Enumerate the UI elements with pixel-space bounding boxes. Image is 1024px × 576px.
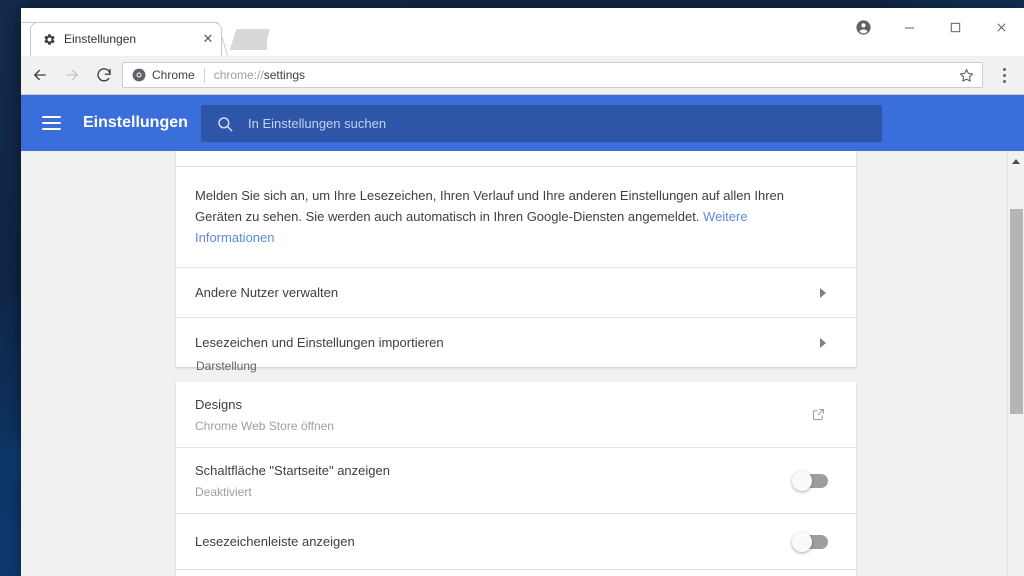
- browser-toolbar: Chrome chrome://settings: [21, 56, 1024, 95]
- settings-search-input[interactable]: In Einstellungen suchen: [201, 105, 882, 142]
- signin-description: Melden Sie sich an, um Ihre Lesezeichen,…: [176, 167, 856, 267]
- close-icon[interactable]: ✕: [201, 32, 215, 46]
- chrome-browser-window: Einstellungen ✕ Chrome chrome://settings…: [21, 8, 1024, 576]
- row-import-bookmarks-settings[interactable]: Lesezeichen und Einstellungen importiere…: [176, 318, 856, 367]
- maximize-icon[interactable]: [932, 8, 978, 46]
- chevron-right-icon: [820, 287, 826, 298]
- search-placeholder: In Einstellungen suchen: [248, 116, 387, 131]
- minimize-icon[interactable]: [886, 8, 932, 46]
- row-label: Lesezeichenleiste anzeigen: [195, 534, 355, 549]
- forward-arrow-icon: [60, 63, 84, 87]
- tab-title: Einstellungen: [64, 32, 137, 46]
- three-dot-menu-icon[interactable]: [994, 64, 1014, 86]
- row-text-block: Designs Chrome Web Store öffnen: [195, 396, 334, 433]
- signin-description-text: Melden Sie sich an, um Ihre Lesezeichen,…: [195, 188, 784, 224]
- row-label: Andere Nutzer verwalten: [195, 285, 339, 300]
- close-icon[interactable]: [978, 8, 1024, 46]
- tab-strip: Einstellungen ✕: [21, 8, 1024, 56]
- toggle-show-bookmarks-bar[interactable]: [792, 531, 828, 552]
- scroll-up-arrow-icon[interactable]: [1012, 159, 1020, 164]
- reload-icon[interactable]: [92, 63, 116, 87]
- row-label: Lesezeichen und Einstellungen importiere…: [195, 335, 444, 350]
- external-link-icon[interactable]: [811, 407, 826, 422]
- scrollbar-thumb[interactable]: [1010, 209, 1023, 414]
- row-sublabel: Chrome Web Store öffnen: [195, 419, 334, 433]
- chevron-right-icon: [820, 337, 826, 348]
- row-text-block: Schaltfläche "Startseite" anzeigen Deakt…: [195, 462, 390, 499]
- omnibox-url-prefix: chrome://: [213, 68, 264, 82]
- row-sublabel: Deaktiviert: [195, 485, 252, 499]
- row-manage-other-users[interactable]: Andere Nutzer verwalten: [176, 268, 856, 317]
- chrome-logo-icon: [132, 68, 146, 82]
- toggle-show-home-button[interactable]: [792, 470, 828, 491]
- address-bar[interactable]: Chrome chrome://settings: [122, 62, 983, 88]
- row-partial-next: [176, 570, 856, 576]
- row-show-bookmarks-bar[interactable]: Lesezeichenleiste anzeigen: [176, 514, 856, 569]
- hamburger-menu-icon[interactable]: [42, 116, 61, 130]
- settings-header-bar: Einstellungen In Einstellungen suchen: [21, 95, 1024, 151]
- profile-icon[interactable]: [840, 8, 886, 46]
- omnibox-scheme-label: Chrome: [152, 68, 195, 82]
- toggle-knob: [792, 531, 812, 552]
- back-arrow-icon[interactable]: [28, 63, 52, 87]
- toggle-knob: [792, 470, 812, 491]
- row-show-home-button[interactable]: Schaltfläche "Startseite" anzeigen Deakt…: [176, 448, 856, 513]
- settings-content: Melden Sie sich an, um Ihre Lesezeichen,…: [21, 151, 1024, 576]
- omnibox-url: chrome://settings: [214, 68, 305, 82]
- row-label: Designs: [195, 397, 242, 412]
- omnibox-divider: [203, 67, 205, 83]
- row-label: Schaltfläche "Startseite" anzeigen: [195, 463, 390, 478]
- page-title: Einstellungen: [83, 114, 188, 131]
- vertical-scrollbar[interactable]: [1007, 151, 1024, 576]
- gear-icon: [43, 33, 56, 46]
- bookmark-star-icon[interactable]: [958, 67, 975, 84]
- window-controls: [840, 8, 1024, 46]
- section-title-darstellung: Darstellung: [196, 359, 257, 373]
- omnibox-url-rest: settings: [263, 68, 306, 82]
- search-icon: [216, 115, 234, 133]
- inactive-tab-shape-body[interactable]: [249, 29, 267, 50]
- appearance-card: Designs Chrome Web Store öffnen Schaltfl…: [176, 382, 856, 576]
- row-designs[interactable]: Designs Chrome Web Store öffnen: [176, 382, 856, 447]
- people-card: Melden Sie sich an, um Ihre Lesezeichen,…: [176, 151, 856, 367]
